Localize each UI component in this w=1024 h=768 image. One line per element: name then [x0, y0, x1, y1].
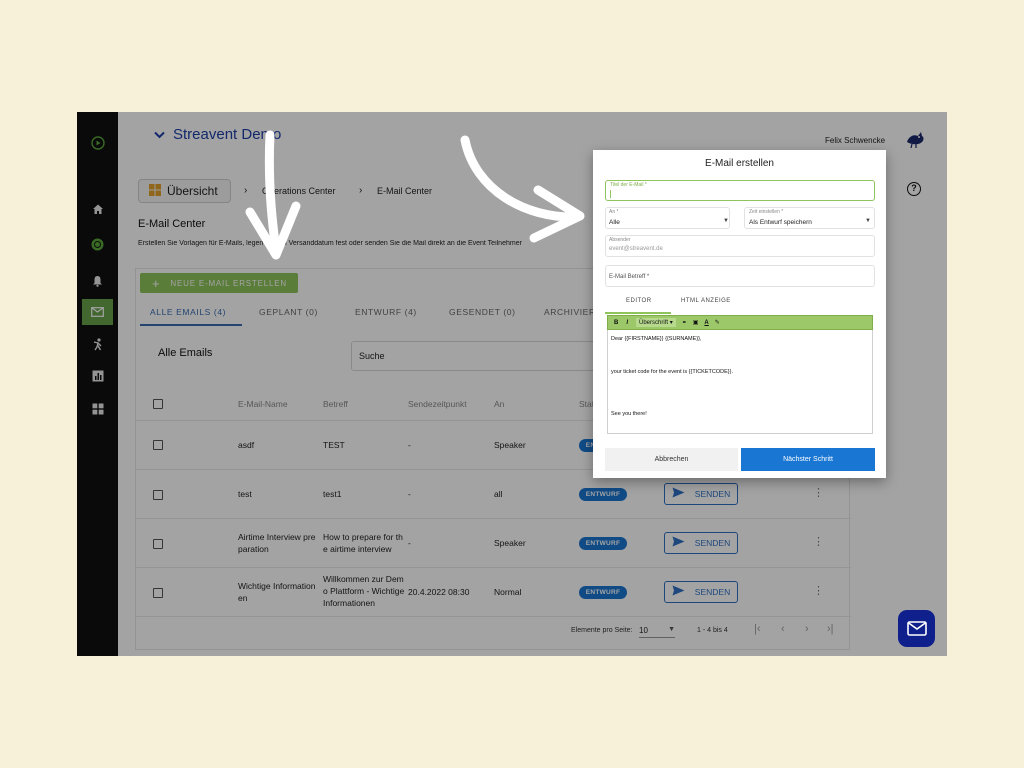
- annotation-arrows: [245, 130, 585, 260]
- curved-arrow-icon: [460, 135, 585, 243]
- arrow-down-icon: [245, 130, 301, 260]
